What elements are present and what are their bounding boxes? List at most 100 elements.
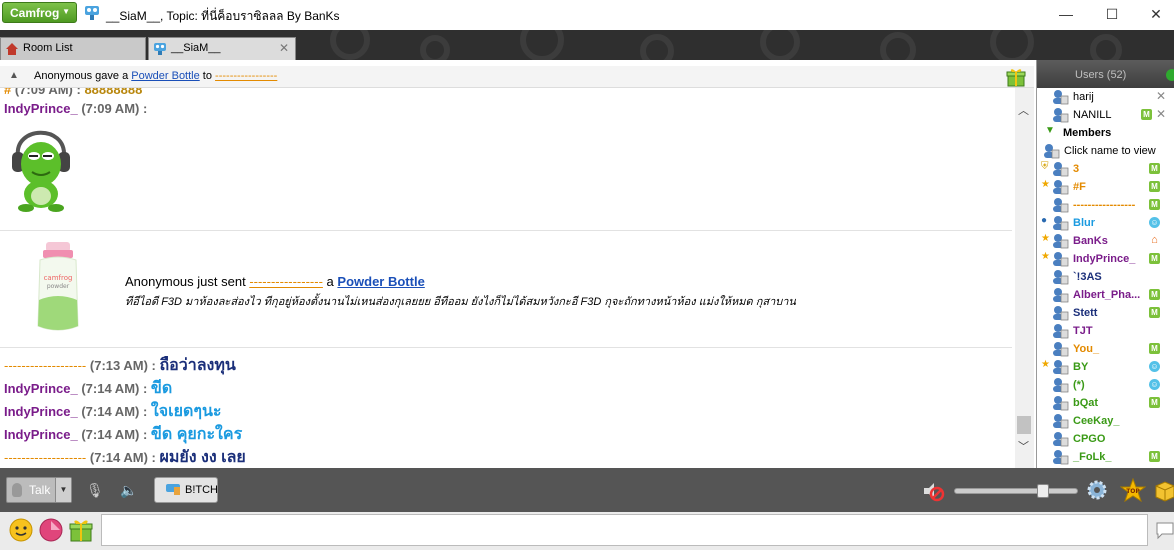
- user-list-item[interactable]: CeeKay_: [1037, 412, 1174, 430]
- gear-icon[interactable]: [1086, 479, 1108, 501]
- user-name[interactable]: _FoLk_: [1073, 451, 1112, 463]
- collapse-up-icon[interactable]: ▲: [9, 70, 19, 81]
- chevron-down-icon[interactable]: ▼: [55, 478, 71, 502]
- chat-nick[interactable]: IndyPrince_: [4, 427, 78, 442]
- user-list-item[interactable]: bQat M: [1037, 394, 1174, 412]
- user-name[interactable]: bQat: [1073, 397, 1098, 409]
- user-name[interactable]: Blur: [1073, 217, 1095, 229]
- user-icon: [166, 484, 180, 495]
- star-icon: ★: [1041, 251, 1050, 262]
- decorative-circle: [760, 30, 800, 60]
- chat-nick[interactable]: IndyPrince_: [4, 404, 78, 419]
- user-name[interactable]: -----------------: [1073, 199, 1135, 211]
- gift-recipient[interactable]: -----------------: [249, 274, 323, 289]
- user-name[interactable]: `!3AS: [1073, 271, 1102, 283]
- chat-scrollbar[interactable]: ︿ ﹀: [1015, 88, 1034, 468]
- room-users-icon: [154, 43, 166, 55]
- volume-mute-icon[interactable]: [921, 480, 945, 502]
- speaker-icon[interactable]: 🔈: [120, 482, 137, 499]
- user-list-item[interactable]: TJT: [1037, 322, 1174, 340]
- user-name[interactable]: harij: [1073, 91, 1094, 103]
- gift-item-link[interactable]: Powder Bottle: [337, 274, 424, 289]
- smiley-icon[interactable]: [8, 517, 34, 543]
- talk-label: Talk: [29, 483, 51, 497]
- user-list-item[interactable]: BanKs ★ ⌂: [1037, 232, 1174, 250]
- user-name[interactable]: TJT: [1073, 325, 1093, 337]
- user-name[interactable]: CPGO: [1073, 433, 1105, 445]
- user-name[interactable]: (*): [1073, 379, 1085, 391]
- user-name[interactable]: BanKs: [1073, 235, 1108, 247]
- user-list-item[interactable]: You_ M: [1037, 340, 1174, 358]
- user-name[interactable]: #F: [1073, 181, 1086, 193]
- volume-slider-knob[interactable]: [1037, 484, 1049, 498]
- top-star-icon[interactable]: TOP: [1120, 478, 1146, 502]
- user-icon: [1052, 305, 1069, 321]
- tab-siam[interactable]: __SiaM__ ✕: [148, 37, 296, 60]
- decorative-circle: [990, 30, 1034, 60]
- user-list-item[interactable]: Blur ● ☺: [1037, 214, 1174, 232]
- message-input[interactable]: [101, 514, 1148, 546]
- scroll-down-icon[interactable]: ﹀: [1018, 438, 1029, 454]
- talk-button[interactable]: Talk ▼: [6, 477, 72, 503]
- tab-room-list[interactable]: Room List: [0, 37, 146, 60]
- volume-slider[interactable]: [954, 488, 1078, 494]
- minimize-button[interactable]: —: [1056, 6, 1076, 22]
- user-name[interactable]: BY: [1073, 361, 1088, 373]
- user-list-item[interactable]: _FoLk_ M: [1037, 448, 1174, 466]
- user-name[interactable]: You_: [1073, 343, 1099, 355]
- user-list-item[interactable]: (*) ☺: [1037, 376, 1174, 394]
- user-list-item[interactable]: `!3AS: [1037, 268, 1174, 286]
- user-list-item[interactable]: ----------------- M: [1037, 196, 1174, 214]
- chat-nick[interactable]: #: [4, 88, 11, 97]
- user-list-item[interactable]: IndyPrince_ ★ M: [1037, 250, 1174, 268]
- gift-icon[interactable]: [1006, 67, 1026, 87]
- notify-target[interactable]: -----------------: [215, 70, 277, 82]
- hint-text: Click name to view: [1064, 145, 1156, 157]
- scroll-up-icon[interactable]: ︿: [1018, 102, 1029, 118]
- members-group-header[interactable]: ▼ Members: [1037, 124, 1174, 142]
- chat-nick[interactable]: -------------------: [4, 450, 86, 465]
- close-window-button[interactable]: ✕: [1146, 6, 1166, 22]
- user-icon: [1043, 143, 1060, 159]
- user-name[interactable]: CeeKay_: [1073, 415, 1119, 427]
- user-list-item[interactable]: CPGO: [1037, 430, 1174, 448]
- user-name[interactable]: 3: [1073, 163, 1079, 175]
- maximize-button[interactable]: ☐: [1102, 6, 1122, 22]
- user-icon: [1052, 251, 1069, 267]
- gift-box-icon[interactable]: [1154, 480, 1174, 502]
- chat-bubble-icon[interactable]: [1154, 520, 1174, 540]
- gift-icon[interactable]: [68, 517, 94, 543]
- close-tab-icon[interactable]: ✕: [279, 41, 289, 55]
- user-icon: [1052, 107, 1069, 123]
- user-name[interactable]: NANILL: [1073, 109, 1112, 121]
- nick-chip[interactable]: B!TCH: [154, 477, 218, 503]
- frog-headphones-sticker: [12, 130, 70, 212]
- chat-nick[interactable]: IndyPrince_: [4, 101, 78, 116]
- add-icon[interactable]: [1166, 69, 1174, 81]
- user-list-item[interactable]: harij ✕: [1037, 88, 1174, 106]
- bottom-toolbar: Talk ▼ 🎙 🔈 B!TCH TOP: [0, 468, 1174, 512]
- chat-nick[interactable]: IndyPrince_: [4, 381, 78, 396]
- chat-nick[interactable]: -------------------: [4, 358, 86, 373]
- user-name[interactable]: Albert_Pha...: [1073, 289, 1140, 301]
- scroll-thumb[interactable]: [1017, 416, 1031, 434]
- user-list-item[interactable]: Albert_Pha... M: [1037, 286, 1174, 304]
- camfrog-menu-button[interactable]: Camfrog ▼: [2, 2, 77, 23]
- remove-user-icon[interactable]: ✕: [1156, 89, 1166, 103]
- chat-time: (7:09 AM) :: [81, 101, 148, 116]
- user-icon: [1052, 269, 1069, 285]
- user-name[interactable]: Stett: [1073, 307, 1097, 319]
- microphone-icon[interactable]: 🎙: [86, 482, 104, 499]
- user-list-item[interactable]: BY ★ ☺: [1037, 358, 1174, 376]
- user-name[interactable]: IndyPrince_: [1073, 253, 1135, 265]
- sticker-icon[interactable]: [38, 517, 64, 543]
- notify-item-link[interactable]: Powder Bottle: [131, 70, 199, 82]
- users-header: Users (52): [1037, 60, 1174, 88]
- remove-user-icon[interactable]: ✕: [1156, 107, 1166, 121]
- user-list-item[interactable]: Stett M: [1037, 304, 1174, 322]
- user-list-item[interactable]: 3 ⛨ M: [1037, 160, 1174, 178]
- members-label: Members: [1063, 127, 1112, 139]
- tab-bar: Room List __SiaM__ ✕: [0, 30, 1174, 60]
- user-list-item[interactable]: #F ★ M: [1037, 178, 1174, 196]
- user-list-item[interactable]: NANILL M ✕: [1037, 106, 1174, 124]
